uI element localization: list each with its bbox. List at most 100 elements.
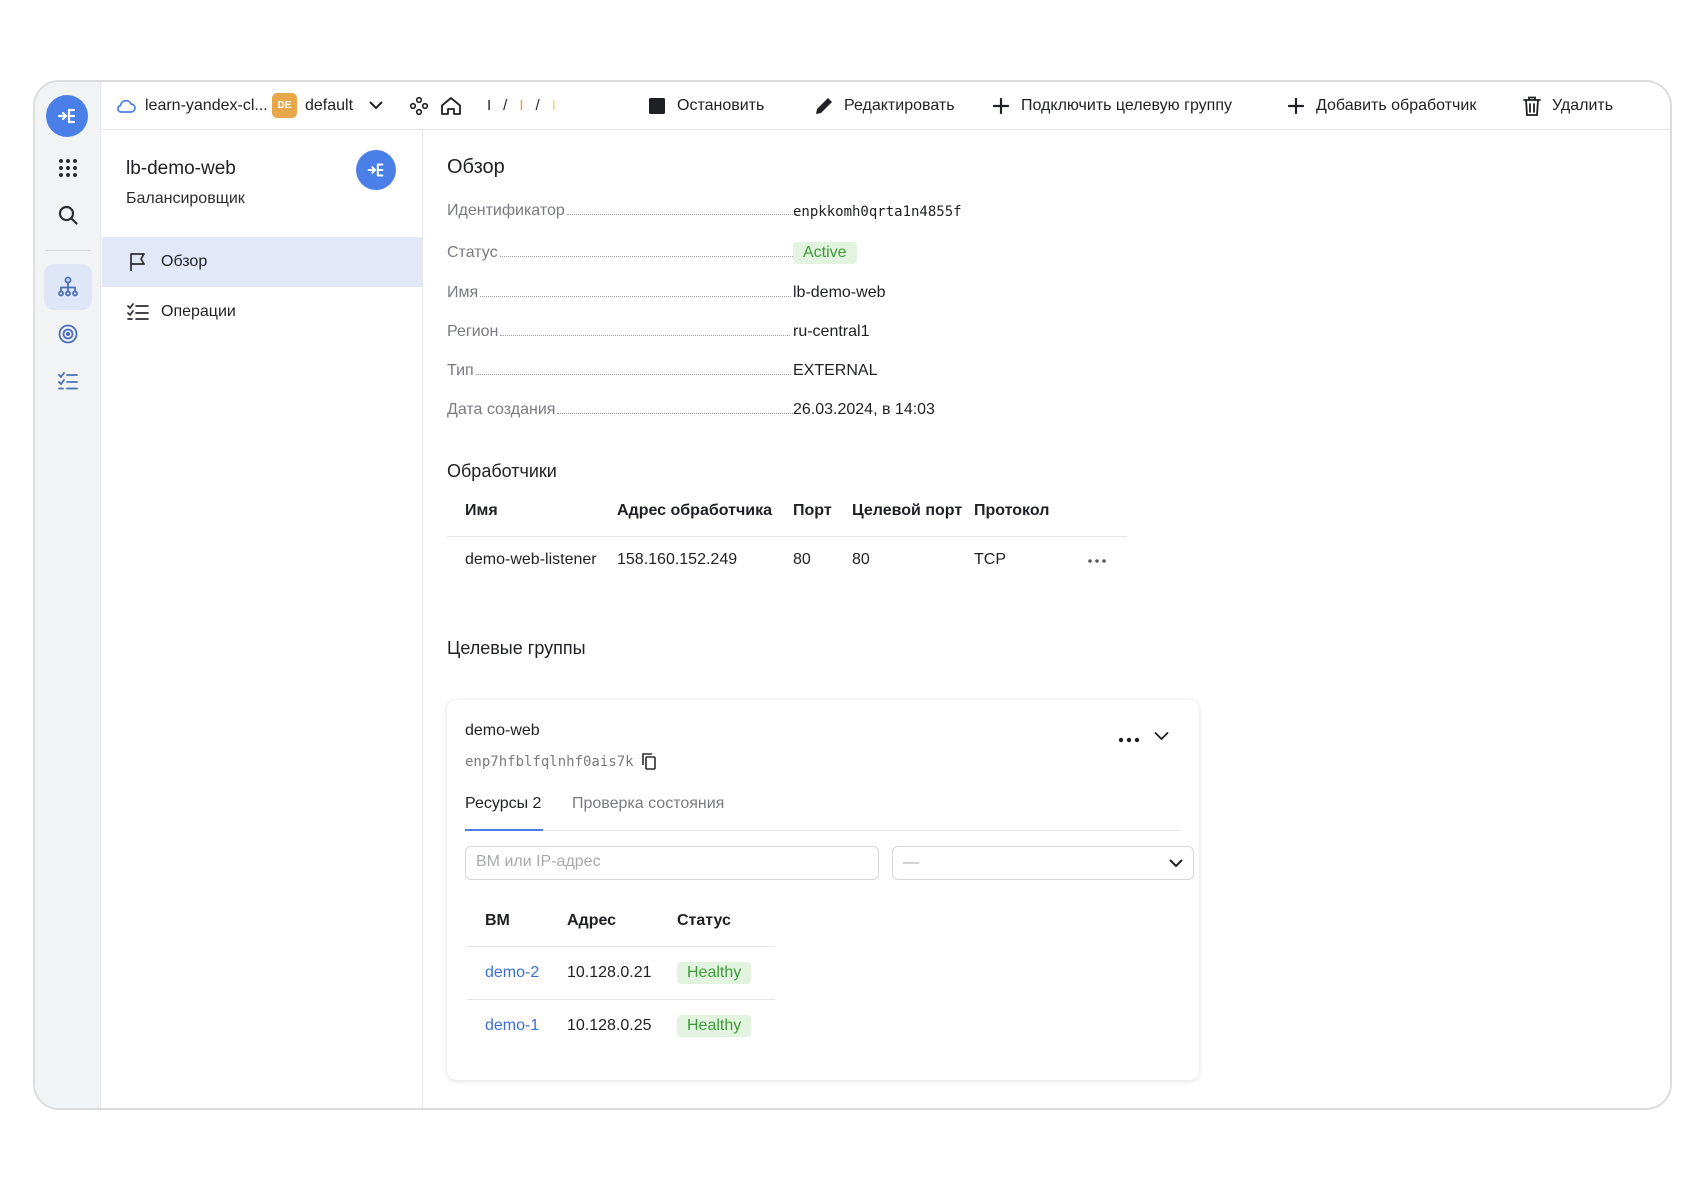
property-dots: [557, 413, 794, 414]
filter-value: —: [903, 854, 919, 871]
property-row: Имя lb-demo-web: [447, 278, 1007, 302]
property-dots: [480, 296, 792, 297]
listener-protocol: TCP: [974, 551, 1006, 569]
nodes-icon[interactable]: [409, 96, 429, 116]
pencil-icon: [813, 95, 835, 117]
sidebar-item-overview[interactable]: Обзор: [102, 237, 422, 287]
status-filter-select[interactable]: —: [892, 846, 1194, 880]
column-header: Целевой порт: [852, 501, 963, 519]
property-dots: [475, 374, 791, 375]
search-icon[interactable]: [44, 192, 92, 238]
crumb-separator: /: [535, 97, 540, 114]
target-group-card: demo-web enp7hfblfqlnhf0ais7k Ресурсы 2 …: [447, 700, 1199, 1080]
listener-name: demo-web-listener: [465, 551, 597, 569]
copy-icon[interactable]: [641, 753, 656, 770]
flag-icon: [127, 251, 149, 273]
column-header: Порт: [793, 501, 832, 519]
more-actions-icon[interactable]: [1118, 730, 1140, 748]
property-key: Имя: [447, 284, 479, 301]
plus-icon: [1285, 95, 1307, 117]
sidebar-item-operations[interactable]: Операции: [102, 287, 422, 337]
vm-link[interactable]: demo-2: [467, 946, 567, 999]
health-badge: Healthy: [677, 961, 752, 984]
edit-button[interactable]: Редактировать: [813, 82, 955, 130]
health-badge: Healthy: [677, 1014, 752, 1037]
load-balancer-logo-icon[interactable]: [46, 95, 88, 137]
delete-label: Удалить: [1552, 97, 1614, 114]
top-bar: learn-yandex-cl... DE default I / I / I: [102, 82, 1670, 130]
target-groups-heading: Целевые группы: [447, 638, 586, 658]
more-actions-icon[interactable]: [1087, 536, 1127, 584]
main-content: Обзор Идентификатор enpkkomh0qrta1n4855f…: [424, 130, 1670, 1108]
table-header-row: ВМ Адрес Статус: [467, 896, 775, 946]
property-row: Регион ru-central1: [447, 317, 1007, 341]
delete-button[interactable]: Удалить: [1521, 82, 1613, 130]
property-key: Статус: [447, 244, 498, 261]
listener-port: 80: [793, 551, 811, 569]
property-row: Идентификатор enpkkomh0qrta1n4855f: [447, 196, 1007, 220]
collapse-chevron-icon[interactable]: [1154, 728, 1169, 746]
property-key: Идентификатор: [447, 202, 565, 219]
target-group-name: demo-web: [465, 722, 540, 739]
column-header-actions: [1087, 486, 1127, 536]
folder-selector[interactable]: DE default: [272, 93, 383, 118]
breadcrumb: I / I / I: [481, 97, 562, 114]
operations-list-icon[interactable]: [44, 358, 92, 404]
vm-address: 10.128.0.25: [567, 1016, 652, 1034]
listeners-heading: Обработчики: [447, 461, 557, 481]
column-header: Адрес: [567, 911, 617, 929]
health-status: Healthy: [677, 999, 775, 1052]
search-input[interactable]: ВМ или IP-адрес: [465, 846, 879, 880]
listener-address: 158.160.152.249: [617, 551, 738, 569]
chevron-down-icon: [1169, 859, 1183, 868]
property-dots: [499, 256, 795, 257]
property-row: Статус Active: [447, 238, 1007, 264]
table-row: demo-web-listener 158.160.152.249 80 80 …: [447, 536, 1127, 584]
attach-target-group-label: Подключить целевую группу: [1021, 97, 1232, 114]
console-window: learn-yandex-cl... DE default I / I / I: [33, 80, 1672, 1110]
listener-target-port: 80: [852, 551, 870, 569]
cloud-selector[interactable]: learn-yandex-cl...: [116, 97, 268, 115]
tab-resources[interactable]: Ресурсы 2: [465, 795, 543, 831]
add-listener-label: Добавить обработчик: [1316, 97, 1477, 114]
network-balancers-icon[interactable]: [44, 264, 92, 310]
add-listener-button[interactable]: Добавить обработчик: [1285, 82, 1476, 130]
resource-type: Балансировщик: [126, 190, 245, 207]
crumb-separator: I: [551, 97, 556, 114]
crumb-separator: I: [519, 97, 524, 114]
folder-name: default: [305, 96, 354, 114]
resources-table: ВМ Адрес Статус demo-2 10.128.0.21 Healt…: [467, 896, 775, 1052]
home-icon[interactable]: [440, 96, 462, 116]
crumb-separator: /: [503, 97, 508, 114]
tab-health-check[interactable]: Проверка состояния: [572, 795, 724, 831]
status-badge: Active: [793, 242, 857, 264]
table-header-row: Имя Адрес обработчика Порт Целевой порт …: [447, 486, 1127, 536]
property-value: 26.03.2024, в 14:03: [793, 401, 935, 418]
property-value: EXTERNAL: [793, 362, 878, 379]
resource-title: lb-demo-web: [126, 158, 236, 179]
property-row: Тип EXTERNAL: [447, 356, 1007, 380]
list-check-icon: [127, 301, 149, 323]
property-key: Дата создания: [447, 401, 556, 418]
target-groups-icon[interactable]: [44, 311, 92, 357]
property-dots: [500, 335, 791, 336]
target-group-id-text: enp7hfblfqlnhf0ais7k: [465, 753, 634, 770]
attach-target-group-button[interactable]: Подключить целевую группу: [990, 82, 1232, 130]
health-status: Healthy: [677, 946, 775, 999]
vm-link[interactable]: demo-1: [467, 999, 567, 1052]
crumb-separator: I: [487, 97, 492, 114]
cloud-icon: [116, 98, 136, 114]
stop-button[interactable]: Остановить: [646, 82, 764, 130]
trash-icon: [1521, 95, 1543, 117]
column-header: Протокол: [974, 501, 1050, 519]
property-key: Тип: [447, 362, 474, 379]
vm-address: 10.128.0.21: [567, 963, 652, 981]
overview-heading: Обзор: [447, 156, 505, 178]
property-key: Регион: [447, 323, 499, 340]
property-dots: [566, 214, 797, 215]
property-value[interactable]: enpkkomh0qrta1n4855f: [793, 204, 962, 220]
chevron-down-icon: [369, 101, 383, 110]
apps-grid-icon[interactable]: [44, 145, 92, 191]
property-row: Дата создания 26.03.2024, в 14:03: [447, 395, 1007, 419]
services-rail: [35, 82, 101, 1108]
